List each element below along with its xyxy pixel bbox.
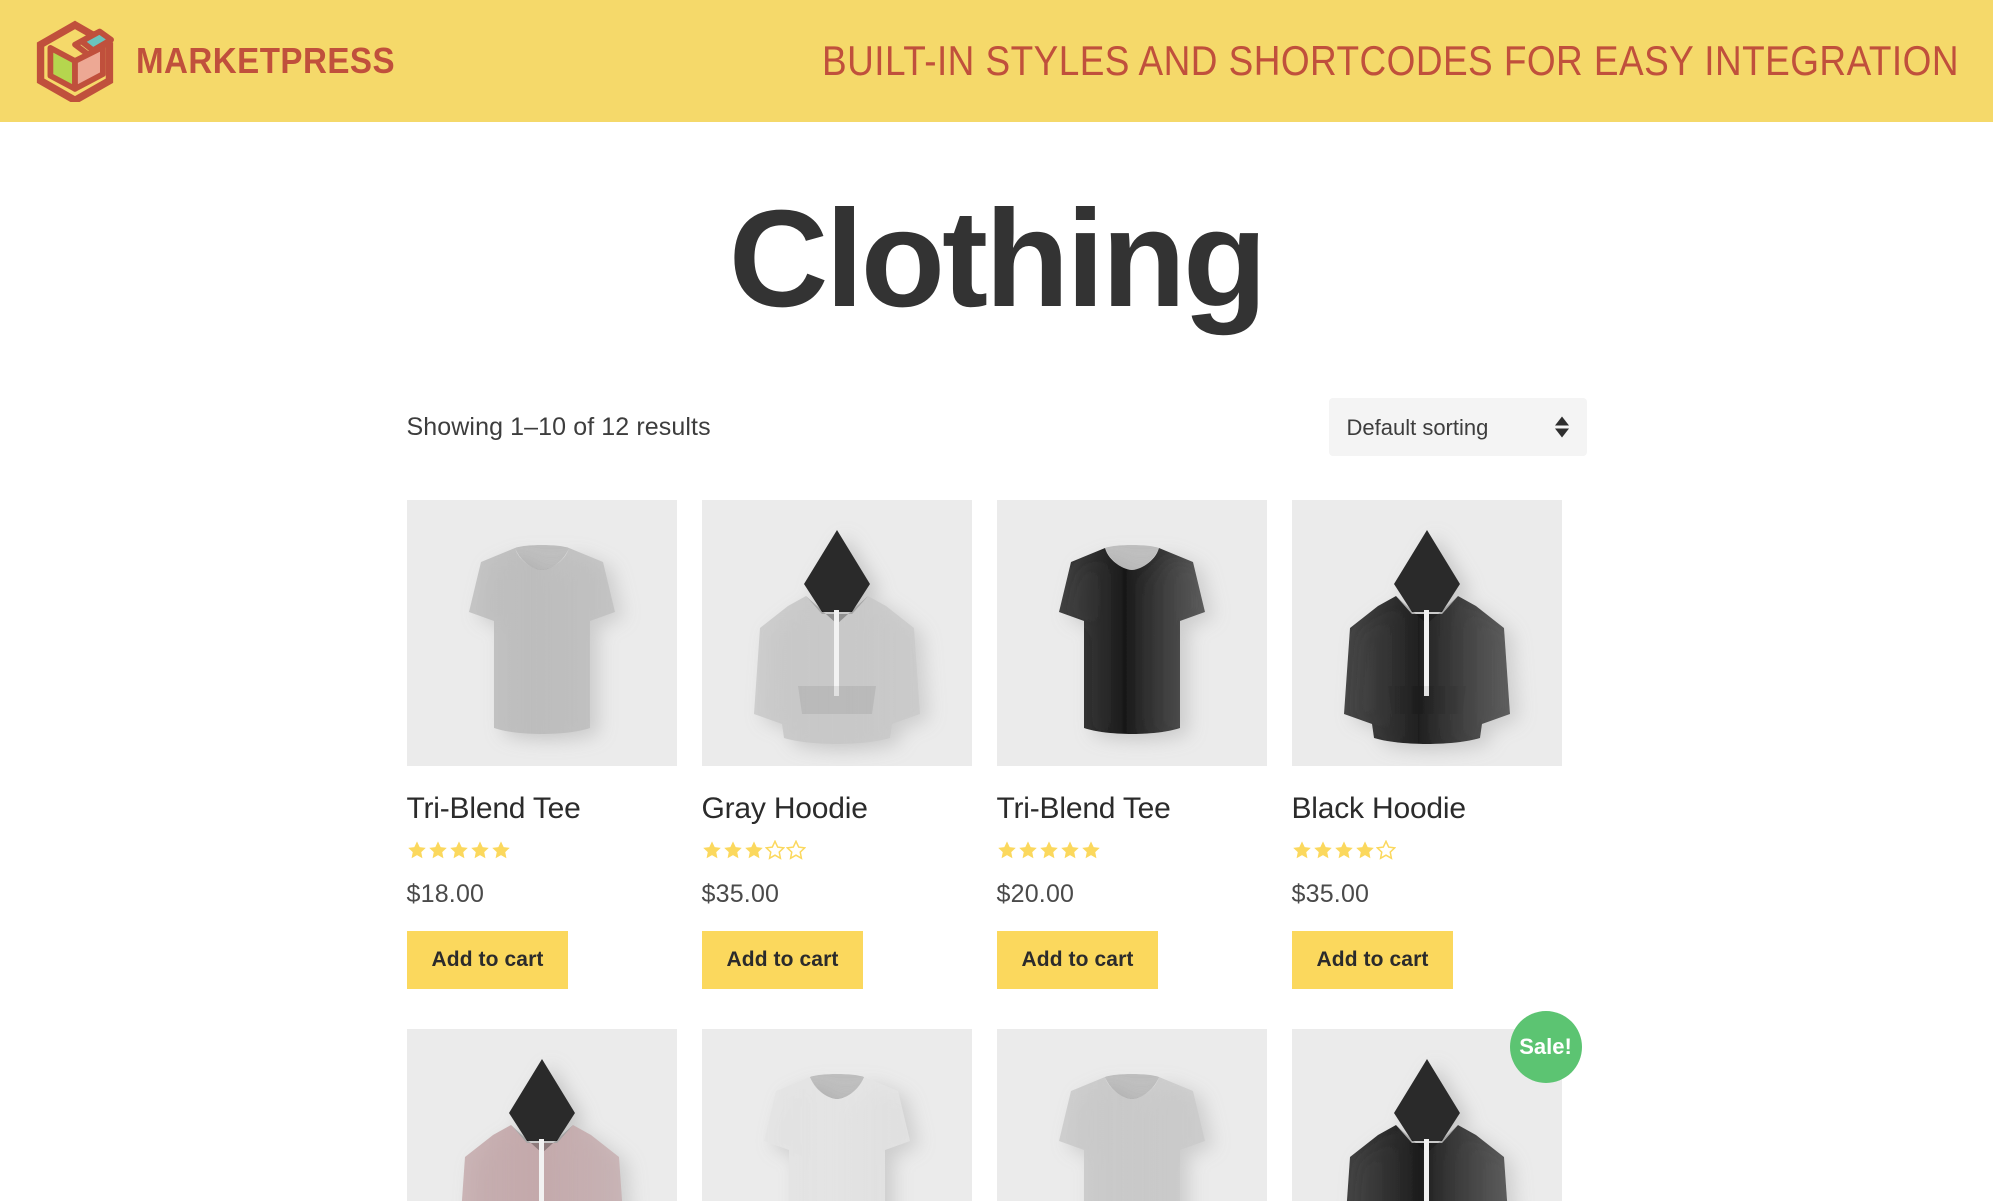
add-to-cart-button[interactable]: Add to cart xyxy=(996,931,1159,989)
product-card-5[interactable] xyxy=(701,1029,972,1201)
product-card-4[interactable] xyxy=(406,1029,677,1201)
product-card-7[interactable]: Sale! xyxy=(1291,1011,1582,1201)
product-thumbnail[interactable] xyxy=(996,1029,1267,1201)
star-rating xyxy=(407,840,677,862)
product-thumbnail[interactable] xyxy=(406,500,677,766)
product-thumbnail[interactable] xyxy=(406,1029,677,1201)
shop-main: Showing 1–10 of 12 results Default sorti… xyxy=(406,328,1587,1201)
product-card-3[interactable]: Black Hoodie $35.00 Add to cart xyxy=(1291,500,1562,989)
product-grid: Tri-Blend Tee $18.00 Add to cart Gray Ho… xyxy=(406,500,1587,1201)
site-header: MARKETPRESS BUILT-IN STYLES AND SHORTCOD… xyxy=(0,0,1993,122)
add-to-cart-button[interactable]: Add to cart xyxy=(1291,931,1454,989)
header-tagline: BUILT-IN STYLES AND SHORTCODES FOR EASY … xyxy=(822,37,1959,84)
product-thumbnail[interactable] xyxy=(996,500,1267,766)
product-title: Black Hoodie xyxy=(1291,792,1467,825)
brand-logo[interactable]: MARKETPRESS xyxy=(34,20,418,102)
product-price: $18.00 xyxy=(406,880,485,908)
product-price: $35.00 xyxy=(1291,880,1370,908)
product-price: $20.00 xyxy=(996,880,1075,908)
add-to-cart-button[interactable]: Add to cart xyxy=(701,931,864,989)
product-thumbnail[interactable] xyxy=(1291,500,1562,766)
star-rating xyxy=(1292,840,1562,862)
product-price: $35.00 xyxy=(701,880,780,908)
orderby-select[interactable]: Default sortingSort by popularitySort by… xyxy=(1328,398,1587,456)
page-title: Clothing xyxy=(728,182,1267,336)
add-to-cart-button[interactable]: Add to cart xyxy=(406,931,569,989)
product-thumbnail[interactable] xyxy=(701,1029,972,1201)
result-count: Showing 1–10 of 12 results xyxy=(406,412,711,441)
product-title: Tri-Blend Tee xyxy=(406,792,581,825)
product-thumbnail[interactable] xyxy=(701,500,972,766)
sorting-dropdown[interactable]: Default sortingSort by popularitySort by… xyxy=(1328,398,1587,456)
brand-name: MARKETPRESS xyxy=(136,40,396,81)
product-title: Tri-Blend Tee xyxy=(996,792,1171,825)
star-rating xyxy=(997,840,1267,862)
product-card-0[interactable]: Tri-Blend Tee $18.00 Add to cart xyxy=(406,500,677,989)
box-logo-icon xyxy=(36,20,114,102)
sale-badge: Sale! xyxy=(1509,1011,1582,1083)
shop-toolbar: Showing 1–10 of 12 results Default sorti… xyxy=(407,398,1587,456)
product-card-1[interactable]: Gray Hoodie $35.00 Add to cart xyxy=(701,500,972,989)
product-card-2[interactable]: Tri-Blend Tee $20.00 Add to cart xyxy=(996,500,1267,989)
product-card-6[interactable] xyxy=(996,1029,1267,1201)
star-rating xyxy=(702,840,972,862)
product-title: Gray Hoodie xyxy=(701,792,868,825)
